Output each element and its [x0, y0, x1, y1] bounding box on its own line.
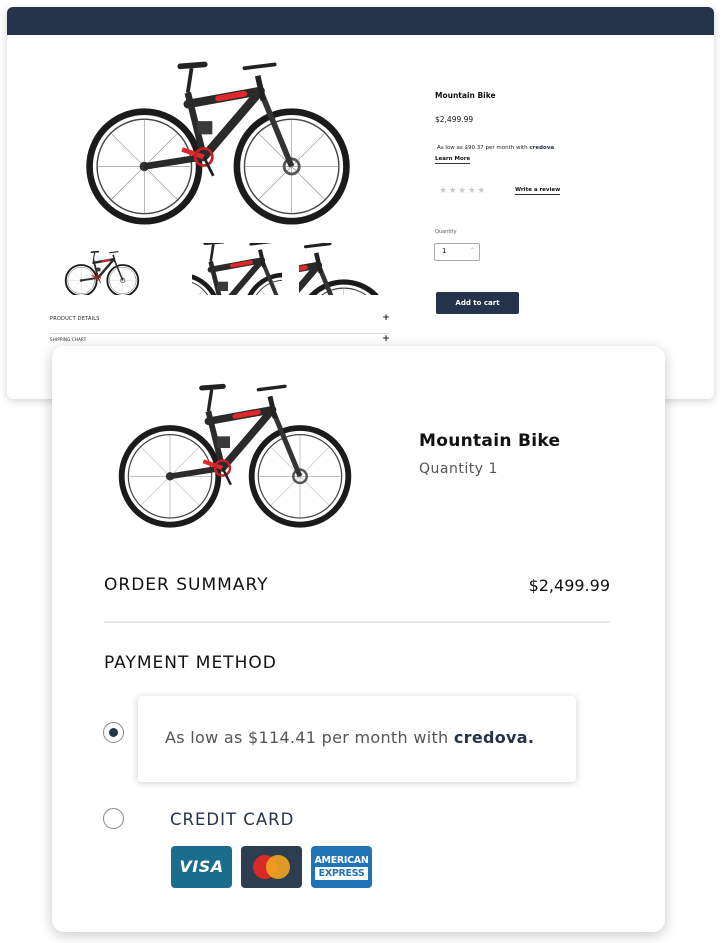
divider: [104, 621, 610, 623]
product-main-image: [73, 55, 363, 225]
product-thumbnail-2[interactable]: [192, 243, 282, 295]
product-thumbnail-3[interactable]: [299, 243, 394, 295]
quantity-select[interactable]: 1 ⌃: [434, 243, 480, 261]
order-total: $2,499.99: [528, 576, 610, 595]
mastercard-icon: [241, 846, 302, 888]
amex-line-1: AMERICAN: [314, 855, 369, 866]
visa-icon: VISA: [171, 846, 232, 888]
quantity-value: 1: [442, 247, 447, 255]
checkout-product-image: [110, 374, 360, 532]
amex-icon: AMERICAN EXPRESS: [311, 846, 372, 888]
credova-option-text: As low as $114.41 per month with credova…: [165, 728, 535, 747]
plus-icon[interactable]: +: [382, 313, 390, 323]
order-summary-label: ORDER SUMMARY: [104, 575, 269, 595]
accordion-label: PRODUCT DETAILS: [50, 316, 100, 322]
amex-line-2: EXPRESS: [315, 867, 368, 880]
product-price: $2,499.99: [435, 115, 474, 124]
credova-logo: credova: [453, 728, 528, 747]
rating-stars[interactable]: ★★★★★: [439, 186, 487, 196]
add-to-cart-button[interactable]: Add to cart: [436, 292, 519, 314]
product-page-window: PRODUCT DETAILS + SHIPPING CHART + Mount…: [7, 7, 714, 399]
credova-payment-option[interactable]: As low as $114.41 per month with credova…: [138, 696, 576, 782]
credova-brand: credova: [529, 145, 555, 151]
chevron-down-icon: ⌃: [469, 247, 475, 254]
payment-method-label: PAYMENT METHOD: [104, 653, 277, 673]
credova-option-prefix: As low as $114.41 per month with: [165, 728, 454, 747]
radio-selected-dot: [108, 727, 118, 737]
credova-radio[interactable]: [103, 722, 124, 743]
checkout-quantity: Quantity 1: [419, 461, 498, 477]
quantity-label: Quantity: [435, 229, 457, 235]
credova-prefix: As low as $90.37 per month with: [437, 145, 530, 151]
credova-financing-text: As low as $90.37 per month with credova: [437, 145, 554, 151]
product-title: Mountain Bike: [435, 91, 496, 100]
accordion-label: SHIPPING CHART: [50, 337, 87, 342]
plus-icon[interactable]: +: [382, 334, 390, 344]
product-thumbnail-1[interactable]: [62, 243, 142, 295]
learn-more-link[interactable]: Learn More: [435, 156, 471, 164]
site-header-bar: [7, 7, 714, 35]
checkout-product-title: Mountain Bike: [419, 431, 561, 451]
credit-card-label[interactable]: CREDIT CARD: [170, 810, 294, 829]
accordion-product-details[interactable]: PRODUCT DETAILS +: [50, 313, 390, 334]
write-review-link[interactable]: Write a review: [515, 187, 561, 195]
credit-card-radio[interactable]: [103, 808, 124, 829]
checkout-modal: Mountain Bike Quantity 1 ORDER SUMMARY $…: [52, 346, 665, 932]
